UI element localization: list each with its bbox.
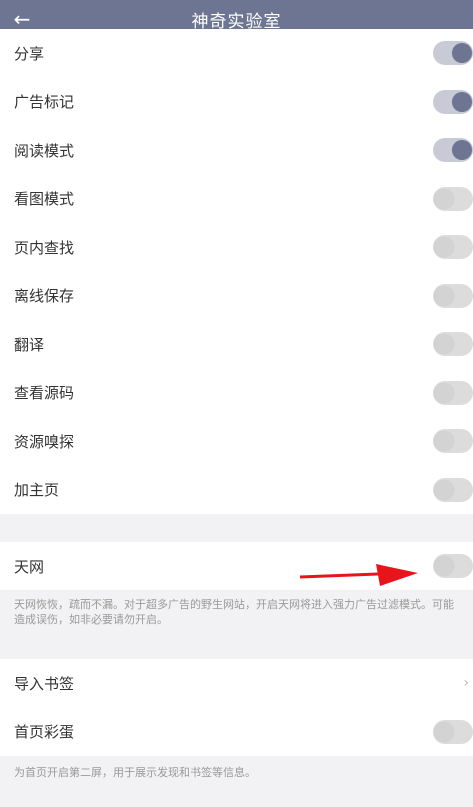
lab-item-label: 页内查找 — [14, 238, 75, 257]
tianwang-toggle[interactable] — [433, 554, 473, 578]
lab-item-find-in-page: 页内查找 — [0, 223, 473, 272]
toggle-knob — [434, 479, 454, 500]
homepage-easter-egg-row: 首页彩蛋 — [0, 708, 473, 757]
lab-item-label: 离线保存 — [14, 287, 75, 306]
lab-item-label: 加主页 — [14, 481, 60, 500]
arrow-left-icon: ← — [13, 7, 31, 31]
lab-item-label: 翻译 — [14, 335, 45, 354]
lab-item-resource-sniffer: 资源嗅探 — [0, 417, 473, 466]
toggle-knob — [434, 237, 454, 257]
homepage-easter-egg-toggle[interactable] — [433, 719, 473, 744]
toggle-knob — [434, 431, 454, 451]
lab-item-label: 看图模式 — [14, 190, 75, 209]
lab-item-label: 阅读模式 — [14, 141, 75, 160]
resource-sniffer-toggle[interactable] — [433, 429, 473, 453]
toggle-knob — [434, 334, 454, 354]
chevron-right-icon: › — [463, 675, 469, 692]
add-homepage-toggle[interactable] — [433, 477, 473, 502]
lab-item-add-homepage: 加主页 — [0, 466, 473, 515]
lab-item-translate: 翻译 — [0, 320, 473, 369]
view-source-toggle[interactable] — [433, 380, 473, 405]
homepage-easter-egg-description: 为首页开启第二屏，用于展示发现和书签等信息。 — [14, 766, 256, 779]
toggle-knob — [452, 43, 472, 63]
homepage-section: 导入书签 › 首页彩蛋 — [0, 659, 473, 756]
translate-toggle[interactable] — [433, 332, 473, 356]
find-in-page-toggle[interactable] — [433, 235, 473, 259]
lab-item-share: 分享 — [0, 29, 473, 78]
toggle-knob — [434, 556, 454, 576]
lab-item-reader-mode: 阅读模式 — [0, 126, 473, 175]
lab-item-offline-save: 离线保存 — [0, 272, 473, 321]
toggle-knob — [434, 382, 454, 403]
reader-mode-toggle[interactable] — [433, 138, 473, 162]
ad-marker-toggle[interactable] — [433, 89, 473, 114]
toggle-knob — [434, 285, 454, 306]
lab-features-section: 分享 广告标记 阅读模式 看图模式 页内查找 离线保存 翻译 查看源码 资源嗅探… — [0, 29, 473, 514]
tianwang-label: 天网 — [14, 557, 45, 576]
toggle-knob — [434, 721, 454, 742]
image-mode-toggle[interactable] — [433, 186, 473, 211]
share-toggle[interactable] — [433, 41, 473, 65]
tianwang-description: 天网恢恢，疏而不漏。对于超多广告的野生网站，开启天网将进入强力广告过滤模式。可能… — [14, 598, 454, 626]
lab-item-image-mode: 看图模式 — [0, 175, 473, 224]
lab-item-view-source: 查看源码 — [0, 369, 473, 418]
toggle-knob — [452, 140, 472, 160]
lab-item-ad-marker: 广告标记 — [0, 78, 473, 127]
lab-item-label: 资源嗅探 — [14, 432, 75, 451]
toggle-knob — [434, 188, 454, 209]
annotation-arrow-icon — [300, 564, 418, 586]
import-bookmarks-row[interactable]: 导入书签 › — [0, 659, 473, 708]
lab-item-label: 广告标记 — [14, 93, 75, 112]
lab-item-label: 查看源码 — [14, 384, 75, 403]
offline-save-toggle[interactable] — [433, 283, 473, 308]
toggle-knob — [452, 91, 472, 112]
lab-item-label: 分享 — [14, 44, 45, 63]
homepage-easter-egg-label: 首页彩蛋 — [14, 723, 75, 742]
import-bookmarks-label: 导入书签 — [14, 674, 75, 693]
